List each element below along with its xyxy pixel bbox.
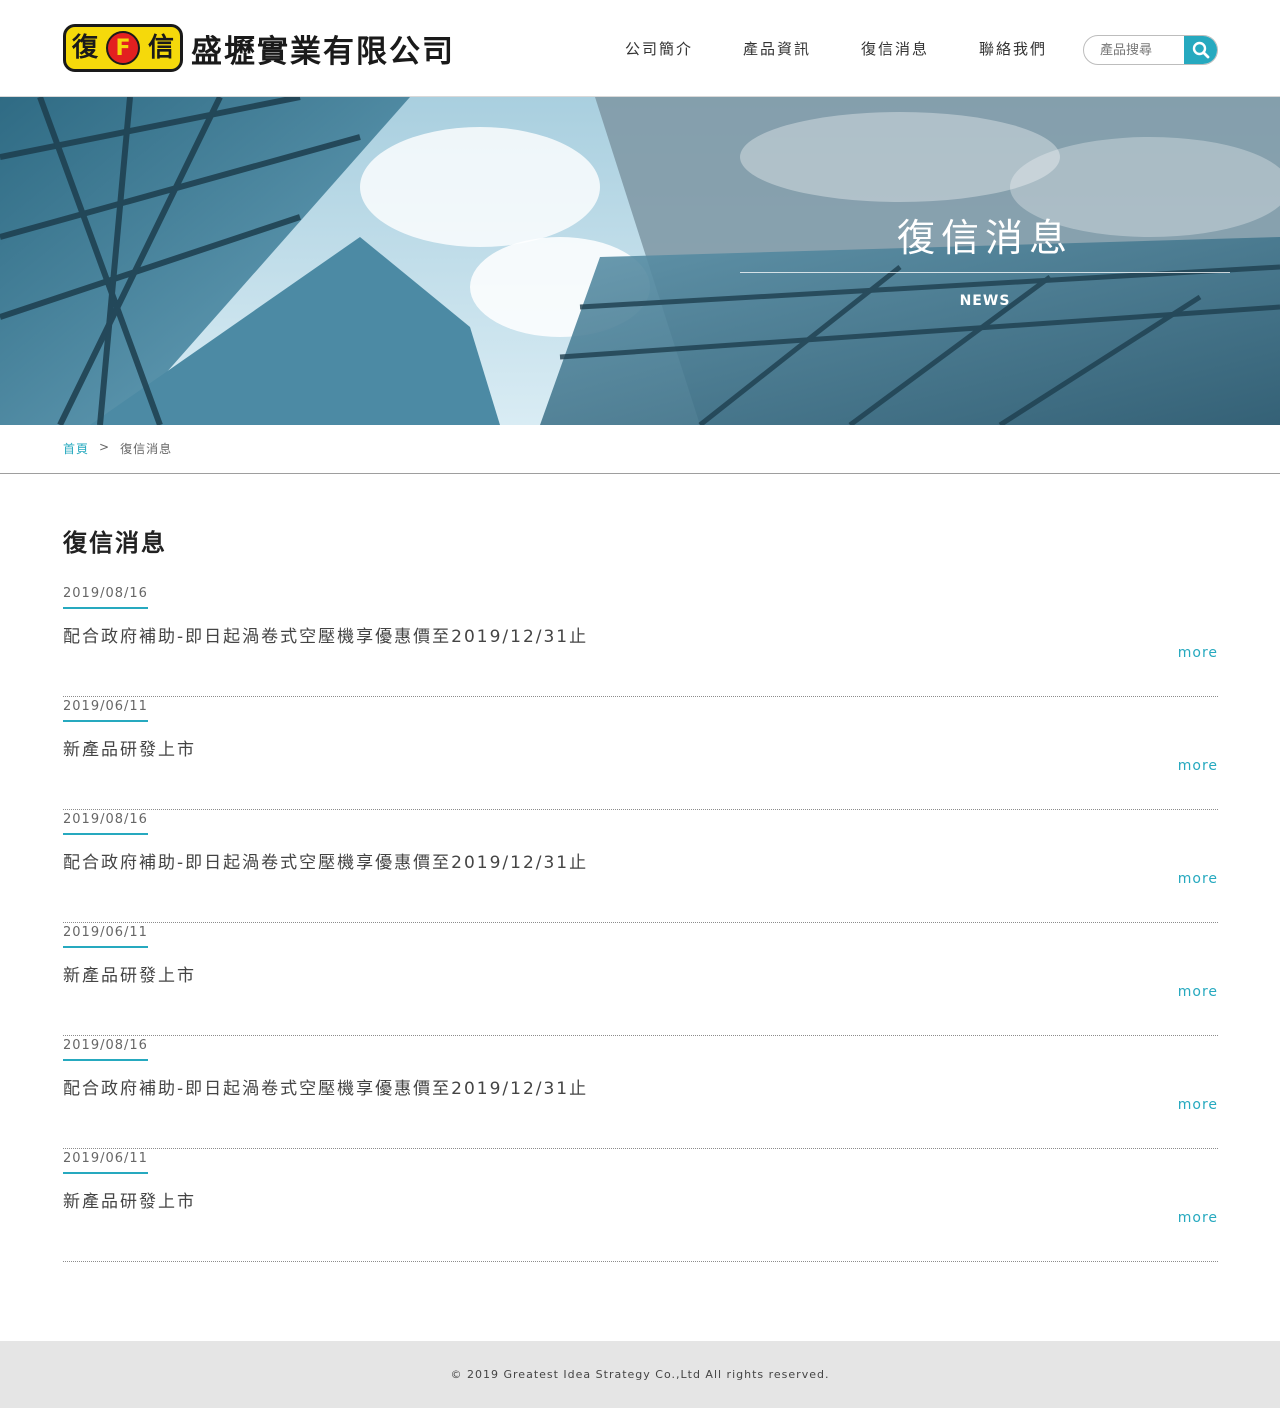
news-list: 2019/08/16 配合政府補助-即日起渦卷式空壓機享優惠價至2019/12/… — [63, 584, 1218, 1262]
news-date: 2019/08/16 — [63, 812, 148, 835]
site-header: 復 F 信 盛壢實業有限公司 公司簡介 產品資訊 復信消息 聯絡我們 — [0, 0, 1280, 97]
nav-contact[interactable]: 聯絡我們 — [954, 38, 1072, 59]
news-item: 2019/08/16 配合政府補助-即日起渦卷式空壓機享優惠價至2019/12/… — [63, 1036, 1218, 1149]
news-date: 2019/08/16 — [63, 1038, 148, 1061]
breadcrumb: 首頁 > 復信消息 — [63, 440, 172, 457]
banner-subtitle: NEWS — [959, 293, 1011, 309]
copyright-text: © 2019 Greatest Idea Strategy Co.,Ltd Al… — [450, 1368, 830, 1381]
search-box — [1083, 35, 1218, 65]
site-footer: © 2019 Greatest Idea Strategy Co.,Ltd Al… — [0, 1341, 1280, 1408]
search-input[interactable] — [1084, 36, 1184, 64]
news-item: 2019/08/16 配合政府補助-即日起渦卷式空壓機享優惠價至2019/12/… — [63, 810, 1218, 923]
breadcrumb-separator: > — [99, 440, 111, 454]
logo-badge: 復 F 信 — [63, 24, 183, 72]
news-title-link[interactable]: 新產品研發上市 — [63, 735, 196, 760]
news-more-link[interactable]: more — [1178, 1210, 1218, 1226]
news-item: 2019/08/16 配合政府補助-即日起渦卷式空壓機享優惠價至2019/12/… — [63, 584, 1218, 697]
news-more-link[interactable]: more — [1178, 758, 1218, 774]
breadcrumb-divider — [0, 473, 1280, 474]
news-title-link[interactable]: 新產品研發上市 — [63, 1187, 196, 1212]
banner-divider — [740, 272, 1230, 273]
news-more-link[interactable]: more — [1178, 984, 1218, 1000]
page-title: 復信消息 — [63, 529, 167, 557]
search-button[interactable] — [1184, 36, 1217, 64]
search-icon — [1192, 41, 1209, 59]
logo-f-circle: F — [106, 31, 140, 65]
news-date: 2019/06/11 — [63, 699, 148, 722]
nav-about[interactable]: 公司簡介 — [600, 38, 718, 59]
company-name: 盛壢實業有限公司 — [191, 33, 455, 70]
news-date: 2019/06/11 — [63, 925, 148, 948]
news-date: 2019/08/16 — [63, 586, 148, 609]
news-more-link[interactable]: more — [1178, 871, 1218, 887]
nav-news[interactable]: 復信消息 — [836, 38, 954, 59]
news-more-link[interactable]: more — [1178, 1097, 1218, 1113]
hero-banner: 復信消息 NEWS — [0, 97, 1280, 425]
banner-title: 復信消息 — [896, 216, 1073, 260]
news-date: 2019/06/11 — [63, 1151, 148, 1174]
news-title-link[interactable]: 配合政府補助-即日起渦卷式空壓機享優惠價至2019/12/31止 — [63, 848, 588, 873]
news-title-link[interactable]: 配合政府補助-即日起渦卷式空壓機享優惠價至2019/12/31止 — [63, 1074, 588, 1099]
news-item: 2019/06/11 新產品研發上市 more — [63, 1149, 1218, 1262]
breadcrumb-current: 復信消息 — [120, 442, 173, 456]
news-more-link[interactable]: more — [1178, 645, 1218, 661]
logo-char-right: 信 — [147, 33, 174, 63]
news-title-link[interactable]: 新產品研發上市 — [63, 961, 196, 986]
logo-char-left: 復 — [72, 33, 99, 63]
nav-products[interactable]: 產品資訊 — [718, 38, 836, 59]
news-title-link[interactable]: 配合政府補助-即日起渦卷式空壓機享優惠價至2019/12/31止 — [63, 622, 588, 647]
company-logo[interactable]: 復 F 信 盛壢實業有限公司 — [63, 24, 455, 72]
news-item: 2019/06/11 新產品研發上市 more — [63, 697, 1218, 810]
news-item: 2019/06/11 新產品研發上市 more — [63, 923, 1218, 1036]
breadcrumb-home[interactable]: 首頁 — [63, 440, 89, 457]
main-nav: 公司簡介 產品資訊 復信消息 聯絡我們 — [600, 38, 1072, 59]
